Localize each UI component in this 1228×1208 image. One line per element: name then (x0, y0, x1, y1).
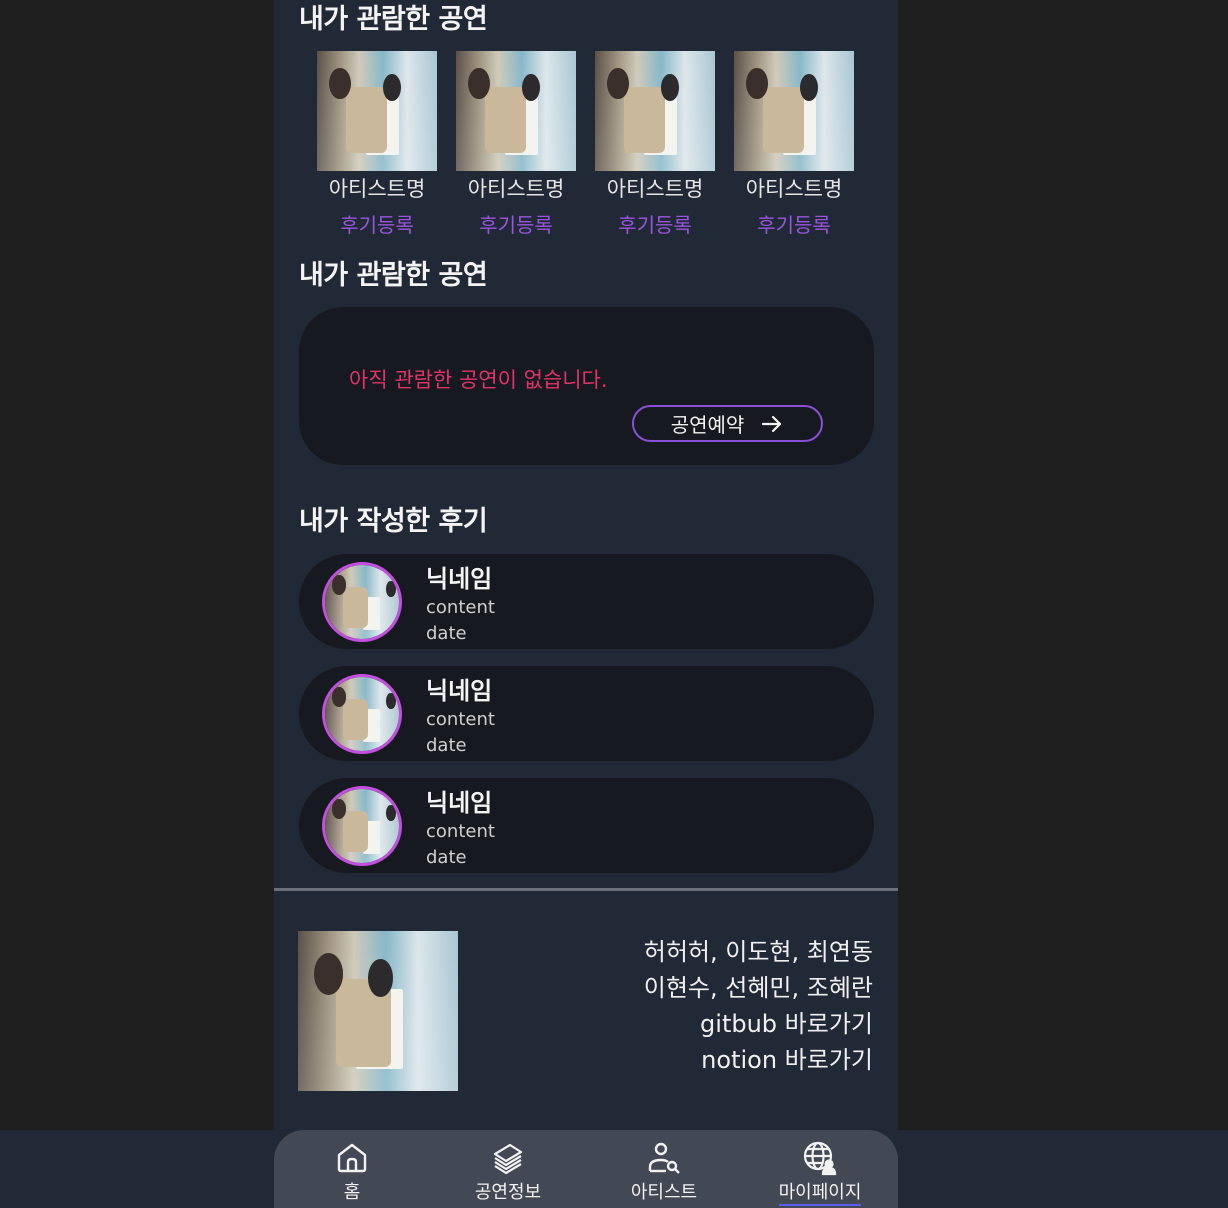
stack-icon (493, 1143, 523, 1175)
review-nickname: 닉네임 (426, 677, 493, 705)
nav-label: 공연정보 (474, 1182, 542, 1203)
footer-notion-link[interactable]: notion 바로가기 (644, 1042, 873, 1078)
artist-name: 아티스트명 (745, 177, 843, 201)
nav-label: 홈 (343, 1182, 361, 1203)
watched-grid: 아티스트명 후기등록 아티스트명 후기등록 아티스트명 후기등록 아티스트명 후… (317, 51, 854, 238)
review-date: date (426, 735, 467, 756)
empty-message: 아직 관람한 공연이 없습니다. (349, 368, 608, 392)
nav-label: 아티스트 (630, 1182, 698, 1203)
footer-github-link[interactable]: gitbub 바로가기 (644, 1006, 873, 1042)
review-card[interactable]: 닉네임 content date (299, 778, 874, 873)
app-container: 내가 관람한 공연 아티스트명 후기등록 아티스트명 후기등록 아티스트명 후기… (274, 0, 898, 1208)
review-date: date (426, 847, 467, 868)
performance-poster[interactable] (734, 51, 854, 171)
review-nickname: 닉네임 (426, 565, 493, 593)
register-review-link[interactable]: 후기등록 (618, 209, 692, 238)
register-review-link[interactable]: 후기등록 (757, 209, 831, 238)
reviews-section-title: 내가 작성한 후기 (299, 506, 488, 537)
avatar (322, 786, 402, 866)
review-card[interactable]: 닉네임 content date (299, 666, 874, 761)
review-nickname: 닉네임 (426, 789, 493, 817)
nav-item-mypage[interactable]: 마이페이지 (742, 1130, 898, 1208)
home-icon (337, 1143, 367, 1173)
review-content: content (426, 709, 495, 730)
artist-name: 아티스트명 (328, 177, 426, 201)
reserve-performance-button[interactable]: 공연예약 (632, 405, 823, 442)
reserve-button-label: 공연예약 (670, 415, 745, 437)
watched-empty-section-title: 내가 관람한 공연 (299, 260, 488, 291)
performance-poster[interactable] (456, 51, 576, 171)
review-content: content (426, 597, 495, 618)
footer-info: 허허허, 이도현, 최연동 이현수, 선혜민, 조혜란 gitbub 바로가기 … (644, 934, 873, 1078)
user-search-icon (648, 1142, 680, 1174)
performance-poster[interactable] (595, 51, 715, 171)
avatar (322, 562, 402, 642)
globe-user-icon (803, 1141, 837, 1176)
nav-item-artist[interactable]: 아티스트 (586, 1130, 742, 1208)
nav-label: 마이페이지 (778, 1178, 862, 1206)
register-review-link[interactable]: 후기등록 (340, 209, 414, 238)
avatar (322, 674, 402, 754)
nav-item-home[interactable]: 홈 (274, 1130, 430, 1208)
bottom-navigation: 홈 공연정보 아티스트 마이페이지 (274, 1130, 898, 1208)
watched-section-title: 내가 관람한 공연 (299, 4, 488, 35)
review-date: date (426, 623, 467, 644)
watched-item[interactable]: 아티스트명 후기등록 (734, 51, 854, 238)
empty-watched-card: 아직 관람한 공연이 없습니다. 공연예약 (299, 307, 874, 465)
review-card[interactable]: 닉네임 content date (299, 554, 874, 649)
footer-team-line-1: 허허허, 이도현, 최연동 (643, 938, 873, 966)
footer-image (298, 931, 458, 1091)
review-content: content (426, 821, 495, 842)
watched-item[interactable]: 아티스트명 후기등록 (456, 51, 576, 238)
footer-divider (274, 888, 898, 891)
watched-item[interactable]: 아티스트명 후기등록 (595, 51, 715, 238)
watched-item[interactable]: 아티스트명 후기등록 (317, 51, 437, 238)
artist-name: 아티스트명 (606, 177, 704, 201)
arrow-right-icon (762, 415, 782, 432)
register-review-link[interactable]: 후기등록 (479, 209, 553, 238)
footer-team-line-2: 이현수, 선혜민, 조혜란 (643, 974, 873, 1002)
artist-name: 아티스트명 (467, 177, 565, 201)
performance-poster[interactable] (317, 51, 437, 171)
nav-item-performance-info[interactable]: 공연정보 (430, 1130, 586, 1208)
